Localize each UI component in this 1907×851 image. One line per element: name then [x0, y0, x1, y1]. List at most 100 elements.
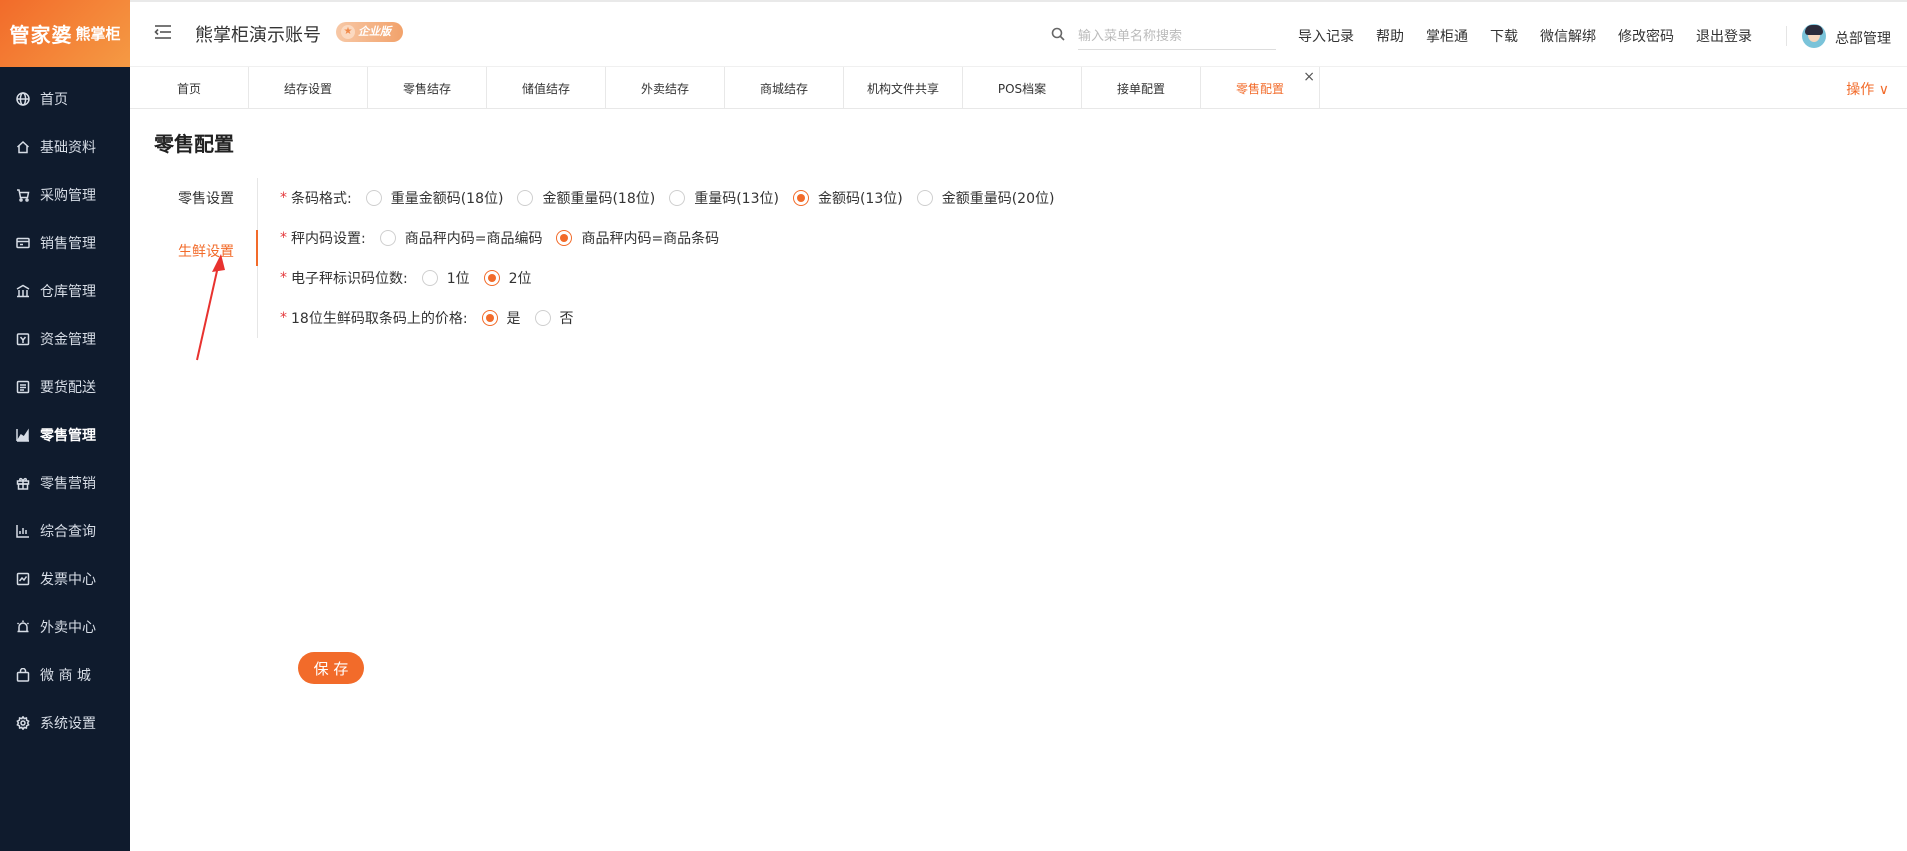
sidebar-item-label: 资金管理 — [40, 332, 96, 348]
tab-item[interactable]: 商城结存 — [725, 67, 844, 109]
radio-label: 是 — [506, 311, 521, 327]
radio-button[interactable] — [669, 190, 686, 206]
sidebar-item-home[interactable]: 基础资料 — [0, 123, 130, 171]
search-icon[interactable] — [1051, 27, 1065, 41]
tab-item[interactable]: 零售结存 — [368, 67, 487, 109]
warehouse-icon — [16, 284, 30, 298]
header-link[interactable]: 下载 — [1490, 26, 1518, 46]
settings-tab[interactable]: 零售设置 — [154, 188, 258, 208]
radio-label: 否 — [559, 311, 574, 327]
gift-icon — [16, 476, 30, 490]
radio-button[interactable] — [481, 310, 498, 326]
radio-button[interactable] — [379, 230, 396, 246]
form-row: * 条码格式: 重量金额码(18位) 金额重量码(18位) 重量码(13位) 金额码(13… — [280, 188, 1054, 208]
header: 熊掌柜演示账号 ★ 企业版 导入记录 帮助 掌柜通 下载 微信解绑 修改密码 退出登录 总部… — [130, 0, 1907, 67]
header-link[interactable]: 掌柜通 — [1426, 26, 1468, 46]
gear-icon — [16, 716, 30, 730]
field-label: 18位生鲜码取条码上的价格: — [291, 311, 468, 327]
sidebar-item-globe[interactable]: 首页 — [0, 75, 130, 123]
tab-label: POS档案 — [997, 81, 1047, 96]
logo-brand: 管家婆 — [9, 23, 73, 47]
tab-label: 储值结存 — [521, 81, 570, 96]
tab-item[interactable]: 储值结存 — [487, 67, 606, 109]
save-button[interactable]: 保 存 — [298, 652, 364, 684]
menu-toggle-icon[interactable] — [154, 24, 172, 40]
tab-item[interactable]: 机构文件共享 — [844, 67, 963, 109]
radio-option[interactable]: 重量金额码(18位) — [365, 188, 504, 208]
edition-label: 企业版 — [358, 25, 391, 38]
tab-bar: 操作 ∨ 首页 结存设置 零售结存 储值结存 外卖结存 商城结存 机构文件共享 POS档案 接单… — [130, 67, 1907, 109]
form-row: * 18位生鲜码取条码上的价格: 是 否 — [280, 308, 574, 328]
sidebar-item-label: 微 商 城 — [40, 668, 91, 684]
sidebar-item-alarm[interactable]: 外卖中心 — [0, 603, 130, 651]
operations-menu[interactable]: 操作 ∨ — [1846, 79, 1889, 99]
header-link[interactable]: 修改密码 — [1618, 26, 1674, 46]
user-name[interactable]: 总部管理 — [1835, 28, 1891, 48]
sidebar-item-gear[interactable]: 系统设置 — [0, 699, 130, 747]
sidebar-item-cart[interactable]: 采购管理 — [0, 171, 130, 219]
star-icon: ★ — [341, 25, 355, 39]
sidebar-item-sales[interactable]: 销售管理 — [0, 219, 130, 267]
sidebar-item-chart-area[interactable]: 零售管理 — [0, 411, 130, 459]
tab-label: 接单配置 — [1116, 81, 1165, 96]
required-mark: * — [280, 270, 287, 286]
tab-item[interactable]: 首页 — [130, 67, 249, 109]
radio-option[interactable]: 商品秤内码=商品编码 — [379, 228, 543, 248]
radio-option[interactable]: 商品秤内码=商品条码 — [556, 228, 719, 248]
radio-option[interactable]: 金额重量码(18位) — [517, 188, 655, 208]
sales-icon — [16, 236, 30, 250]
sidebar-item-label: 要货配送 — [40, 380, 96, 396]
radio-option[interactable]: 重量码(13位) — [669, 188, 779, 208]
field-label: 条码格式: — [291, 191, 352, 207]
sidebar-item-label: 首页 — [40, 92, 68, 108]
radio-option[interactable]: 金额码(13位) — [792, 188, 903, 208]
form-row: * 秤内码设置: 商品秤内码=商品编码 商品秤内码=商品条码 — [280, 228, 719, 248]
radio-button[interactable] — [421, 270, 438, 286]
menu-search-input[interactable] — [1078, 24, 1276, 50]
sidebar-item-bag[interactable]: 微 商 城 — [0, 651, 130, 699]
radio-button[interactable] — [365, 190, 382, 206]
radio-label: 2位 — [508, 271, 532, 287]
home-icon — [16, 140, 30, 154]
tab-item[interactable]: 零售配置 × — [1201, 67, 1320, 109]
tab-item[interactable]: 接单配置 — [1082, 67, 1201, 109]
globe-icon — [16, 92, 30, 106]
radio-button[interactable] — [916, 190, 933, 206]
header-link[interactable]: 导入记录 — [1298, 26, 1354, 46]
radio-button[interactable] — [556, 230, 573, 246]
tab-label: 机构文件共享 — [866, 81, 939, 96]
radio-label: 商品秤内码=商品条码 — [581, 231, 720, 247]
sidebar-item-invoice[interactable]: 发票中心 — [0, 555, 130, 603]
radio-button[interactable] — [534, 310, 551, 326]
radio-button[interactable] — [483, 270, 500, 286]
radio-button[interactable] — [517, 190, 534, 206]
tab-label: 零售结存 — [402, 81, 451, 96]
radio-label: 重量金额码(18位) — [390, 191, 504, 207]
tab-item[interactable]: 结存设置 — [249, 67, 368, 109]
sidebar-item-gift[interactable]: 零售营销 — [0, 459, 130, 507]
radio-option[interactable]: 否 — [534, 308, 574, 328]
radio-option[interactable]: 是 — [481, 308, 521, 328]
tab-label: 零售配置 — [1235, 81, 1284, 96]
sidebar-item-finance[interactable]: 资金管理 — [0, 315, 130, 363]
radio-option[interactable]: 2位 — [483, 268, 532, 288]
radio-option[interactable]: 金额重量码(20位) — [916, 188, 1055, 208]
sidebar-item-delivery[interactable]: 要货配送 — [0, 363, 130, 411]
delivery-icon — [16, 380, 30, 394]
sidebar-item-bar-chart[interactable]: 综合查询 — [0, 507, 130, 555]
header-link[interactable]: 帮助 — [1376, 26, 1404, 46]
radio-label: 商品秤内码=商品编码 — [404, 231, 543, 247]
avatar[interactable] — [1802, 24, 1826, 48]
tab-item[interactable]: POS档案 — [963, 67, 1082, 109]
sidebar-nav: 首页基础资料 采购管理 销售管理 仓库管理资金管理要货配送零售管理 零售营销 综合查询 发票… — [0, 67, 130, 747]
logo[interactable]: 管家婆 熊掌柜 — [0, 0, 130, 67]
header-link[interactable]: 微信解绑 — [1540, 26, 1596, 46]
header-link[interactable]: 退出登录 — [1696, 26, 1752, 46]
header-divider — [1786, 26, 1787, 46]
radio-option[interactable]: 1位 — [421, 268, 470, 288]
radio-button[interactable] — [792, 190, 809, 206]
tab-item[interactable]: 外卖结存 — [606, 67, 725, 109]
sidebar-item-warehouse[interactable]: 仓库管理 — [0, 267, 130, 315]
close-icon[interactable]: × — [1303, 69, 1315, 85]
radio-label: 金额重量码(20位) — [941, 191, 1055, 207]
